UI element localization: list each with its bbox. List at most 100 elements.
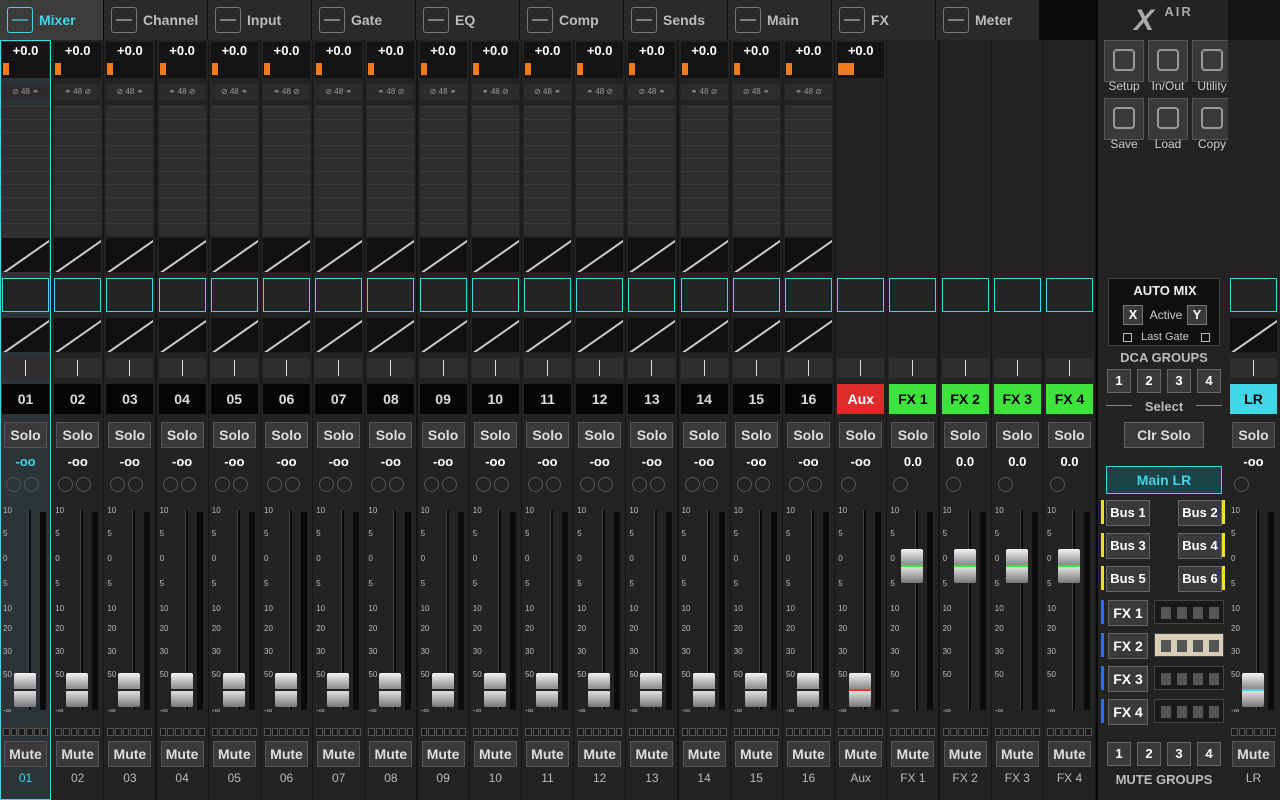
link-dot[interactable] [789, 477, 804, 492]
input-flags[interactable]: ⊘ 48 ⚭ [732, 84, 780, 100]
link-dot[interactable] [76, 477, 92, 492]
eq-box[interactable] [1046, 278, 1093, 312]
gain-readout[interactable]: +0.0 [628, 42, 676, 60]
fader-handle[interactable] [901, 549, 924, 583]
channel-name[interactable]: 14 [680, 384, 728, 414]
gain-bar[interactable] [263, 60, 310, 78]
dca-group-3-button[interactable]: 3 [1167, 369, 1191, 393]
solo-button[interactable]: Solo [212, 422, 256, 448]
link-dot[interactable] [389, 477, 405, 492]
input-flags[interactable]: ⚭ 48 ⊘ [785, 84, 832, 100]
link-dot[interactable] [580, 477, 596, 492]
eq-box[interactable] [367, 278, 415, 312]
pan-control[interactable] [2, 358, 49, 378]
gate-curve[interactable] [263, 238, 310, 272]
comp-curve[interactable] [732, 318, 780, 352]
pan-control[interactable] [54, 358, 102, 378]
gain-readout[interactable]: +0.0 [576, 42, 624, 60]
eq-box[interactable] [2, 278, 49, 312]
pan-control[interactable] [471, 358, 519, 378]
comp-curve[interactable] [106, 318, 154, 352]
mute-button[interactable]: Mute [421, 741, 465, 767]
fader-handle[interactable] [275, 673, 297, 707]
tab-input[interactable]: Input [208, 0, 312, 40]
link-dot[interactable] [285, 477, 300, 492]
comp-curve[interactable] [210, 318, 258, 352]
bus-6-button[interactable]: Bus 6 [1178, 566, 1222, 592]
mute-group-3-button[interactable]: 3 [1167, 742, 1191, 766]
gate-curve[interactable] [680, 238, 728, 272]
channel-name[interactable]: 05 [210, 384, 258, 414]
mute-button[interactable]: Mute [839, 741, 883, 767]
dca-group-1-button[interactable]: 1 [1107, 369, 1131, 393]
channel-name[interactable]: 10 [471, 384, 519, 414]
gain-readout[interactable]: +0.0 [785, 42, 832, 60]
bus-2-button[interactable]: Bus 2 [1178, 500, 1222, 526]
mute-group-2-button[interactable]: 2 [1137, 742, 1161, 766]
eq-box[interactable] [680, 278, 728, 312]
eq-box[interactable] [524, 278, 571, 312]
gain-bar[interactable] [2, 60, 49, 78]
mute-button[interactable]: Mute [578, 741, 622, 767]
copy-button[interactable] [1192, 98, 1232, 140]
fader-handle[interactable] [692, 673, 715, 707]
tab-comp[interactable]: Comp [520, 0, 624, 40]
solo-button[interactable]: Solo [473, 422, 517, 448]
link-dot[interactable] [24, 477, 39, 492]
link-dot[interactable] [110, 477, 126, 492]
fx-unit-4-button[interactable]: FX 4 [1108, 699, 1148, 725]
automix-x-button[interactable]: X [1123, 305, 1143, 325]
link-dot[interactable] [754, 477, 770, 492]
channel-name[interactable]: 13 [628, 384, 676, 414]
eq-box[interactable] [837, 278, 885, 312]
gain-bar[interactable] [158, 60, 206, 78]
fader-handle[interactable] [66, 673, 89, 707]
fader-handle[interactable] [431, 673, 454, 707]
channel-name[interactable]: FX 4 [1046, 384, 1093, 414]
link-dot[interactable] [807, 477, 822, 492]
eq-box[interactable] [628, 278, 676, 312]
link-dot[interactable] [945, 477, 961, 492]
fx-rack-thumbnail[interactable] [1154, 633, 1224, 657]
pan-control[interactable] [837, 358, 885, 378]
mute-button[interactable]: Mute [56, 741, 100, 767]
tab-eq[interactable]: EQ [416, 0, 520, 40]
gain-readout[interactable]: +0.0 [315, 42, 363, 60]
bus-4-button[interactable]: Bus 4 [1178, 533, 1222, 559]
solo-button[interactable]: Solo [839, 422, 883, 448]
pan-control[interactable] [889, 358, 937, 378]
link-dot[interactable] [162, 477, 178, 492]
channel-name[interactable]: FX 2 [941, 384, 989, 414]
gain-readout[interactable]: +0.0 [367, 42, 415, 60]
eq-box[interactable] [941, 278, 989, 312]
comp-curve[interactable] [2, 318, 49, 352]
fx-unit-1-button[interactable]: FX 1 [1108, 600, 1148, 626]
dca-group-4-button[interactable]: 4 [1197, 369, 1221, 393]
tab-fx[interactable]: FX [832, 0, 936, 40]
comp-curve[interactable] [628, 318, 676, 352]
tab-gate[interactable]: Gate [312, 0, 416, 40]
pan-control[interactable] [576, 358, 624, 378]
input-flags[interactable]: ⚭ 48 ⊘ [576, 84, 624, 100]
gate-curve[interactable] [158, 238, 206, 272]
input-flags[interactable]: ⊘ 48 ⚭ [106, 84, 154, 100]
pan-control[interactable] [524, 358, 571, 378]
link-dot[interactable] [1050, 477, 1065, 492]
link-dot[interactable] [214, 477, 230, 492]
pan-control[interactable] [158, 358, 206, 378]
solo-button[interactable]: Solo [995, 422, 1039, 448]
pan-control[interactable] [1230, 358, 1277, 378]
link-dot[interactable] [58, 477, 74, 492]
mute-button[interactable]: Mute [317, 741, 361, 767]
utility-button[interactable] [1192, 40, 1232, 82]
input-flags[interactable]: ⊘ 48 ⚭ [315, 84, 363, 100]
channel-name[interactable]: 11 [524, 384, 571, 414]
fader-handle[interactable] [483, 673, 506, 707]
channel-name[interactable]: 16 [785, 384, 832, 414]
gain-readout[interactable]: +0.0 [471, 42, 519, 60]
last-gate-y-checkbox[interactable] [1201, 333, 1210, 342]
solo-button[interactable]: Solo [1048, 422, 1091, 448]
gain-readout[interactable]: +0.0 [419, 42, 467, 60]
eq-box[interactable] [785, 278, 832, 312]
tab-sends[interactable]: Sends [624, 0, 728, 40]
